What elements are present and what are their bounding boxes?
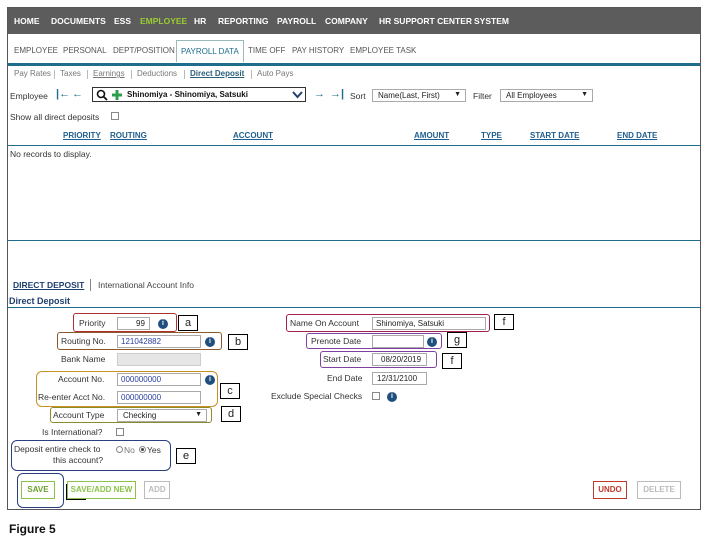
top-nav: HOME DOCUMENTS ESS EMPLOYEE HR REPORTING… bbox=[8, 8, 700, 34]
delete-button[interactable]: DELETE bbox=[637, 481, 681, 499]
subtab-pay-rates[interactable]: Pay Rates bbox=[14, 69, 51, 78]
subtab-auto-pays[interactable]: Auto Pays bbox=[257, 69, 293, 78]
search-icon[interactable] bbox=[96, 89, 108, 101]
col-account[interactable]: ACCOUNT bbox=[233, 131, 273, 140]
last-record-icon[interactable]: →| bbox=[330, 88, 344, 100]
undo-button[interactable]: UNDO bbox=[593, 481, 627, 499]
nav-hr-support-center[interactable]: HR SUPPORT CENTER bbox=[379, 16, 472, 26]
annotation-g: g bbox=[447, 332, 467, 348]
dropdown-arrow-icon: ▼ bbox=[454, 91, 461, 98]
col-priority[interactable]: PRIORITY bbox=[63, 131, 101, 140]
grid-empty-message: No records to display. bbox=[10, 149, 92, 159]
show-all-label: Show all direct deposits bbox=[10, 112, 100, 122]
tab-direct-deposit[interactable]: DIRECT DEPOSIT bbox=[13, 280, 84, 290]
highlight-account-type bbox=[50, 407, 212, 423]
col-start-date[interactable]: START DATE bbox=[530, 131, 579, 140]
filter-select[interactable]: All Employees ▼ bbox=[500, 89, 593, 102]
divider bbox=[54, 70, 55, 79]
tab-personal[interactable]: PERSONAL bbox=[63, 46, 107, 55]
col-routing[interactable]: ROUTING bbox=[110, 131, 147, 140]
bank-name-label: Bank Name bbox=[61, 354, 106, 364]
col-type[interactable]: TYPE bbox=[481, 131, 502, 140]
tab-international-account-info[interactable]: International Account Info bbox=[98, 280, 194, 290]
divider bbox=[251, 70, 252, 79]
annotation-f-start: f bbox=[442, 353, 462, 369]
figure-caption: Figure 5 bbox=[9, 522, 56, 536]
filter-value: All Employees bbox=[506, 91, 557, 100]
subtab-deductions[interactable]: Deductions bbox=[137, 69, 177, 78]
end-date-value: 12/31/2100 bbox=[377, 374, 418, 383]
add-button[interactable]: ADD bbox=[144, 481, 170, 499]
annotation-a: a bbox=[178, 315, 198, 331]
highlight-priority bbox=[73, 313, 177, 332]
employee-label: Employee bbox=[10, 91, 48, 101]
subtab-earnings[interactable]: Earnings bbox=[93, 69, 125, 78]
highlight-name-on-account bbox=[286, 314, 490, 332]
nav-payroll[interactable]: PAYROLL bbox=[277, 16, 316, 26]
info-icon[interactable]: i bbox=[387, 392, 397, 402]
nav-reporting[interactable]: REPORTING bbox=[218, 16, 269, 26]
highlight-start-date bbox=[320, 351, 437, 368]
col-end-date[interactable]: END DATE bbox=[617, 131, 657, 140]
section-title: Direct Deposit bbox=[9, 296, 71, 306]
nav-home[interactable]: HOME bbox=[14, 16, 40, 26]
nav-ess[interactable]: ESS bbox=[114, 16, 131, 26]
annotation-e: e bbox=[176, 448, 196, 464]
show-all-checkbox[interactable] bbox=[111, 112, 119, 120]
grid-bottom-rule bbox=[8, 240, 700, 241]
bank-name-input bbox=[117, 353, 201, 366]
chevron-down-icon[interactable] bbox=[292, 91, 303, 99]
subtab-direct-deposit[interactable]: Direct Deposit bbox=[190, 69, 244, 78]
dropdown-arrow-icon: ▼ bbox=[581, 91, 588, 98]
nav-documents[interactable]: DOCUMENTS bbox=[51, 16, 106, 26]
annotation-c: c bbox=[220, 383, 240, 399]
end-date-label: End Date bbox=[327, 373, 363, 383]
next-record-icon[interactable]: → bbox=[314, 88, 325, 100]
annotation-b: b bbox=[228, 334, 248, 350]
divider bbox=[90, 279, 91, 291]
nav-system[interactable]: SYSTEM bbox=[474, 16, 509, 26]
grid-header-rule bbox=[8, 145, 700, 146]
divider bbox=[131, 70, 132, 79]
nav-hr[interactable]: HR bbox=[194, 16, 206, 26]
divider bbox=[184, 70, 185, 79]
divider bbox=[87, 70, 88, 79]
employee-selected: Shinomiya - Shinomiya, Satsuki bbox=[127, 90, 248, 99]
subtab-taxes[interactable]: Taxes bbox=[60, 69, 81, 78]
nav-employee[interactable]: EMPLOYEE bbox=[140, 16, 187, 26]
international-checkbox[interactable] bbox=[116, 428, 124, 436]
exclude-special-checks-checkbox[interactable] bbox=[372, 392, 380, 400]
prev-record-icon[interactable]: ← bbox=[72, 88, 83, 100]
save-button[interactable]: SAVE bbox=[21, 481, 55, 499]
tab-payroll-data[interactable]: PAYROLL DATA bbox=[176, 40, 244, 62]
employee-combobox[interactable]: Shinomiya - Shinomiya, Satsuki bbox=[92, 87, 306, 102]
tab-dept-position[interactable]: DEPT/POSITION bbox=[113, 46, 175, 55]
international-label: Is International? bbox=[42, 427, 103, 437]
tab-employee[interactable]: EMPLOYEE bbox=[14, 46, 58, 55]
annotation-f-name: f bbox=[494, 314, 514, 330]
add-icon[interactable] bbox=[111, 89, 123, 101]
col-amount[interactable]: AMOUNT bbox=[414, 131, 449, 140]
section-rule bbox=[8, 307, 700, 308]
annotation-d: d bbox=[221, 406, 241, 422]
highlight-prenote-date bbox=[306, 333, 442, 349]
tab-employee-task[interactable]: EMPLOYEE TASK bbox=[350, 46, 416, 55]
nav-company[interactable]: COMPANY bbox=[325, 16, 368, 26]
tab-time-off[interactable]: TIME OFF bbox=[248, 46, 285, 55]
sort-value: Name(Last, First) bbox=[378, 91, 440, 100]
highlight-deposit-entire bbox=[11, 440, 171, 471]
highlight-routing bbox=[57, 332, 222, 350]
sort-select[interactable]: Name(Last, First) ▼ bbox=[372, 89, 466, 102]
highlight-account bbox=[36, 371, 218, 407]
filter-label: Filter bbox=[473, 91, 492, 101]
first-record-icon[interactable]: |← bbox=[56, 88, 70, 100]
save-add-new-button[interactable]: SAVE/ADD NEW bbox=[67, 481, 136, 499]
end-date-input[interactable]: 12/31/2100 bbox=[372, 372, 427, 385]
employee-tabs: EMPLOYEE PERSONAL DEPT/POSITION PAYROLL … bbox=[8, 40, 700, 66]
sort-label: Sort bbox=[350, 91, 366, 101]
tab-pay-history[interactable]: PAY HISTORY bbox=[292, 46, 344, 55]
exclude-special-checks-label: Exclude Special Checks bbox=[271, 391, 363, 401]
screenshot-frame bbox=[7, 7, 701, 510]
